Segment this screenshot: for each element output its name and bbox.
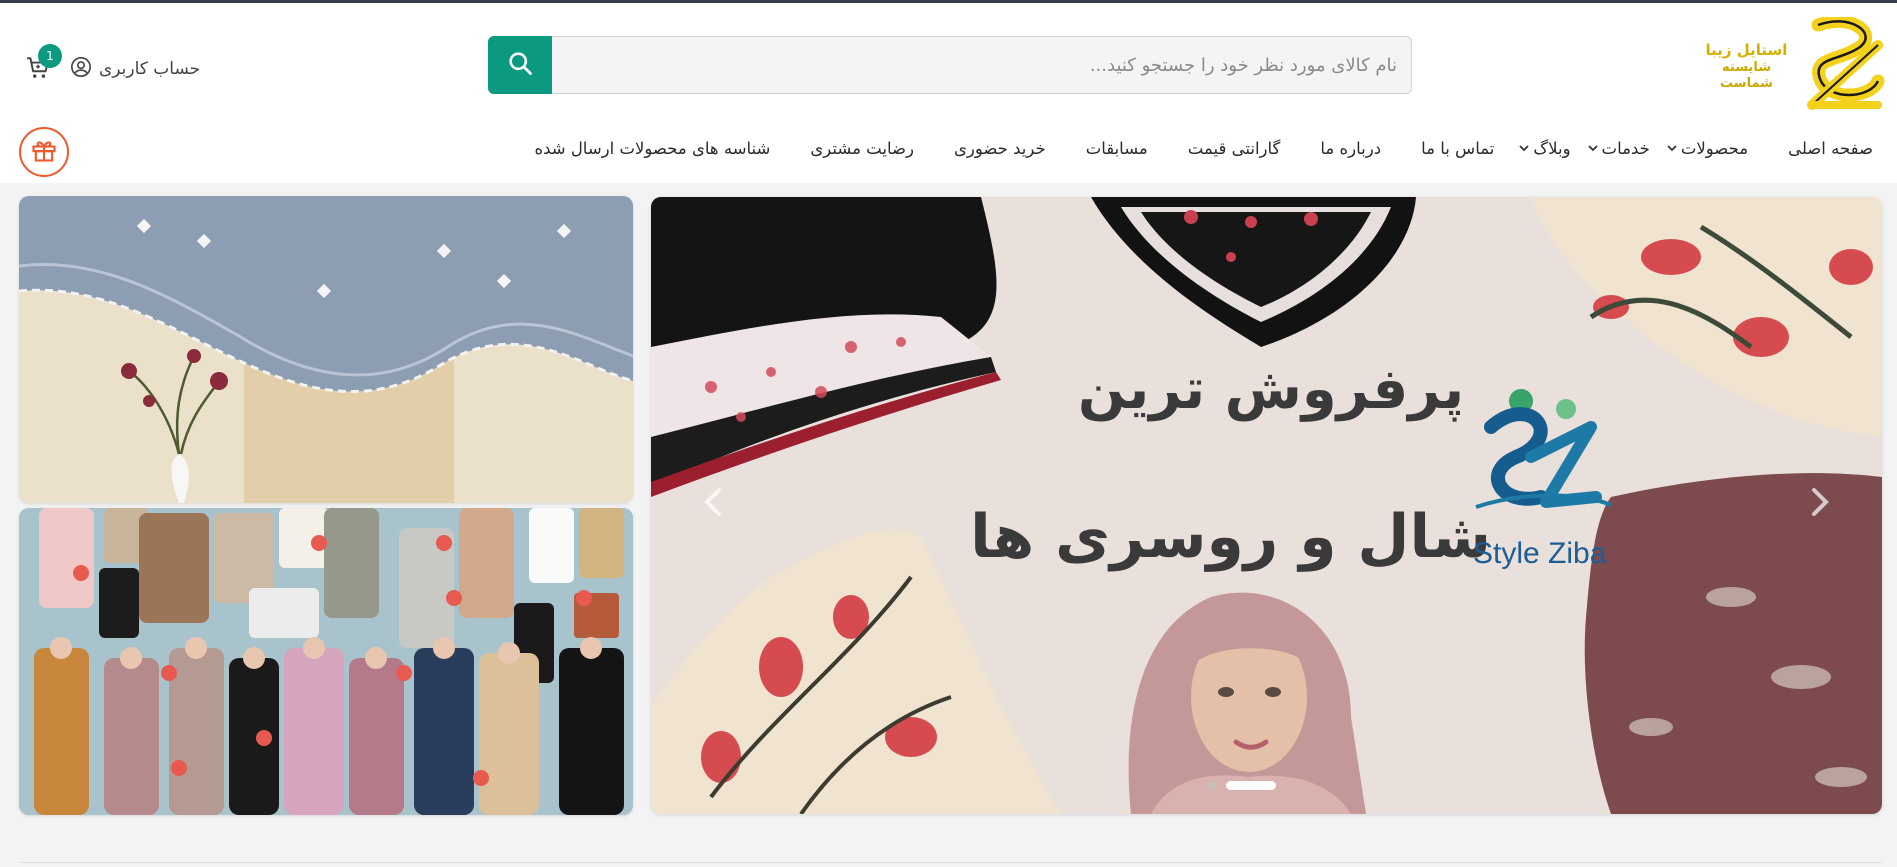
logo-text-line2: شایسته شماست [1720,59,1773,91]
nav-item-label: درباره ما [1320,138,1382,158]
cart-icon [25,57,51,85]
account-link[interactable]: حساب کاربری [70,55,200,83]
nav-item-blog[interactable]: وبلاگ [1518,138,1571,158]
banner-brand-name: Style Ziba [1473,537,1607,570]
banner-headline-line2: شال و روسری ها [970,502,1491,572]
nav-item-label: خرید حضوری [953,138,1046,158]
search-icon [506,49,534,81]
section-divider [19,862,1882,863]
site-logo[interactable]: استایل زیبا شایسته شماست [1700,14,1885,117]
nav-item-contests[interactable]: مسابقات [1086,139,1148,158]
nav-item-products[interactable]: محصولات [1666,139,1748,158]
banner-headline-line1: پرفروش ترین [1077,357,1465,422]
side-banner-scarf[interactable] [19,196,633,503]
slider-dot[interactable] [1208,781,1216,790]
nav-item-label: وبلاگ [1533,138,1571,158]
slider-dots [1208,781,1276,790]
nav-item-satisfaction[interactable]: رضایت مشتری [810,139,914,158]
slider-next-arrow[interactable] [1804,482,1834,522]
gift-button[interactable] [19,127,69,177]
nav-item-contact[interactable]: تماس با ما [1421,139,1494,158]
chevron-down-icon [1667,145,1677,152]
nav-item-label: گارانتی قیمت [1187,138,1281,158]
nav-item-in-store[interactable]: خرید حضوری [954,139,1046,158]
slider-prev-arrow[interactable] [699,482,729,522]
nav-item-label: مسابقات [1085,138,1148,158]
user-icon [70,56,92,82]
gift-icon [30,136,58,168]
chevron-right-icon [1812,488,1829,516]
search-input[interactable] [550,36,1412,94]
nav-item-label: شناسه های محصولات ارسال شده [534,138,771,158]
nav-item-services[interactable]: خدمات [1587,139,1650,158]
nav-item-home[interactable]: صفحه اصلی [1788,139,1873,158]
side-banner-clothing[interactable] [19,508,633,815]
account-label: حساب کاربری [99,59,201,79]
nav-item-label: محصولات [1680,138,1749,158]
nav-item-price-guarantee[interactable]: گارانتی قیمت [1188,139,1281,158]
chevron-down-icon [1587,145,1598,152]
cart-count-badge: 1 [38,44,62,68]
nav-item-label: صفحه اصلی [1788,138,1873,158]
nav-item-shipped-ids[interactable]: شناسه های محصولات ارسال شده [534,139,770,158]
search-bar [488,36,1412,94]
hero-slider[interactable]: پرفروش ترین شال و روسری ها Style Ziba [651,197,1882,814]
chevron-down-icon [1519,145,1529,152]
nav-item-label: رضایت مشتری [810,138,914,158]
logo-text-line1: استایل زیبا [1705,41,1788,59]
slider-dot-active[interactable] [1226,781,1276,790]
side-banner-image [19,508,633,815]
nav-item-about[interactable]: درباره ما [1320,139,1381,158]
nav-item-label: تماس با ما [1421,138,1495,158]
nav-item-label: خدمات [1601,138,1650,158]
main-nav: صفحه اصلی محصولات خدمات وبلاگ تماس با ما… [534,133,1873,163]
side-banner-image [19,196,633,503]
search-button[interactable] [488,36,552,94]
site-header: استایل زیبا شایسته شماست حساب کاربری 1 ص… [0,3,1897,183]
chevron-left-icon [704,488,721,516]
